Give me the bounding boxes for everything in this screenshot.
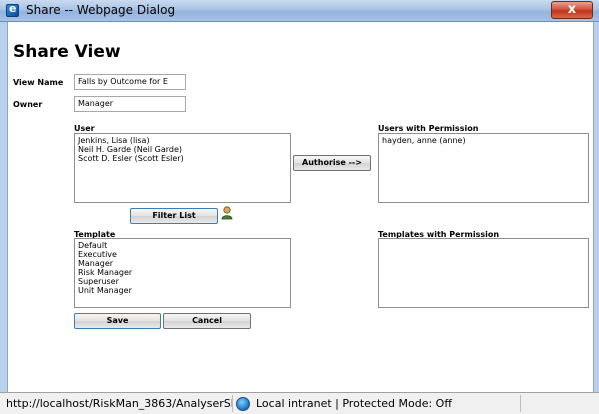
window-frame-left [0, 22, 8, 392]
template-option[interactable]: Executive [78, 250, 287, 259]
owner-label: Owner [13, 100, 43, 109]
users-with-permission-label: Users with Permission [378, 124, 479, 133]
status-bar: http://localhost/RiskMan_3863/AnalyserSh… [0, 392, 599, 414]
authorise-button[interactable]: Authorise --> [293, 155, 371, 171]
user-option[interactable]: Jenkins, Lisa (lisa) [78, 136, 287, 145]
template-option[interactable]: Superuser [78, 277, 287, 286]
dialog-content: Share View View Name Falls by Outcome fo… [8, 22, 593, 392]
cancel-button[interactable]: Cancel [163, 313, 251, 329]
globe-icon [236, 397, 250, 411]
close-button[interactable]: x [551, 1, 593, 19]
status-separator [232, 395, 233, 412]
template-option[interactable]: Manager [78, 259, 287, 268]
users-with-permission-listbox[interactable]: hayden, anne (anne) [378, 133, 589, 203]
window-frame-right [593, 22, 599, 392]
title-bar: Share -- Webpage Dialog x [0, 0, 599, 22]
owner-field[interactable]: Manager [74, 96, 186, 112]
status-url: http://localhost/RiskMan_3863/AnalyserSh… [6, 397, 232, 410]
user-list-label: User [74, 124, 95, 133]
security-zone-text: Local intranet | Protected Mode: Off [256, 397, 452, 410]
template-option[interactable]: Default [78, 241, 287, 250]
user-option[interactable]: Scott D. Esler (Scott Esler) [78, 154, 287, 163]
filter-list-button[interactable]: Filter List [130, 208, 218, 224]
window-title: Share -- Webpage Dialog [26, 3, 176, 17]
user-icon[interactable] [221, 206, 233, 220]
view-name-field[interactable]: Falls by Outcome for E [74, 74, 186, 90]
view-name-label: View Name [13, 78, 64, 87]
status-separator [520, 395, 521, 412]
user-option[interactable]: Neil H. Garde (Neil Garde) [78, 145, 287, 154]
template-listbox[interactable]: Default Executive Manager Risk Manager S… [74, 238, 291, 308]
page-title: Share View [13, 42, 121, 62]
user-listbox[interactable]: Jenkins, Lisa (lisa) Neil H. Garde (Neil… [74, 133, 291, 203]
save-button[interactable]: Save [74, 313, 161, 329]
permitted-user-option[interactable]: hayden, anne (anne) [382, 136, 585, 145]
ie-icon [6, 2, 19, 17]
template-option[interactable]: Unit Manager [78, 286, 287, 295]
templates-with-permission-listbox[interactable] [378, 238, 589, 308]
template-option[interactable]: Risk Manager [78, 268, 287, 277]
